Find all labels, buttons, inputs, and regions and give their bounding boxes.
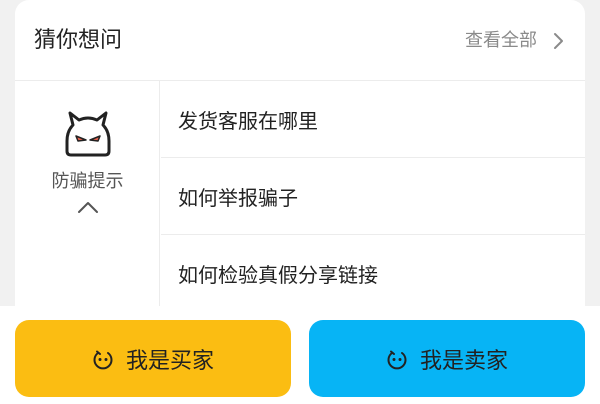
chevron-up-icon[interactable] (76, 199, 100, 215)
fraud-tip-label: 防骗提示 (51, 171, 124, 192)
smiley-face-icon (387, 350, 407, 369)
chevron-right-icon (554, 33, 563, 49)
buyer-button-label: 我是买家 (125, 348, 214, 374)
question-item[interactable]: 如何检验真假分享链接 (161, 235, 585, 312)
faq-title: 猜你想问 (34, 28, 123, 53)
faq-card: 猜你想问 查看全部 防骗提示 发货客服在哪里 如何举报骗子 如何检验真假分享链接 (15, 0, 585, 320)
seller-button-label: 我是卖家 (419, 348, 508, 374)
bottom-action-bar: 我是买家 我是卖家 (0, 306, 600, 404)
question-item[interactable]: 发货客服在哪里 (161, 81, 585, 158)
faq-header: 猜你想问 查看全部 (15, 0, 585, 81)
question-item[interactable]: 如何举报骗子 (161, 158, 585, 235)
seller-button[interactable]: 我是卖家 (309, 320, 585, 397)
smiley-face-icon (93, 350, 113, 369)
buyer-button[interactable]: 我是买家 (15, 320, 291, 397)
view-all-link[interactable]: 查看全部 (465, 28, 567, 54)
devil-face-icon (65, 111, 111, 157)
question-list: 发货客服在哪里 如何举报骗子 如何检验真假分享链接 (161, 81, 585, 312)
fraud-tip-panel[interactable]: 防骗提示 (15, 81, 160, 320)
view-all-label: 查看全部 (465, 30, 537, 51)
